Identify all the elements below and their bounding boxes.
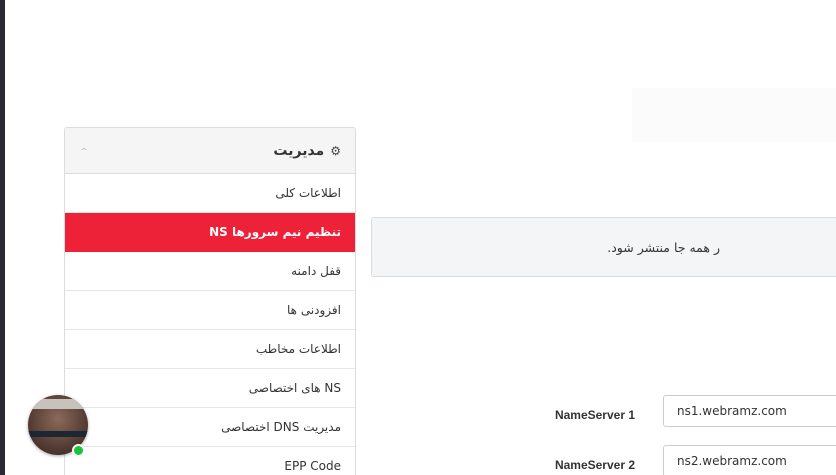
background-panel: [632, 88, 836, 142]
sidebar-header[interactable]: ⚙ مدیریت ⌃: [65, 128, 355, 174]
window-edge: [0, 0, 5, 475]
chevron-up-icon[interactable]: ⌃: [79, 146, 89, 156]
sidebar-item-private-ns[interactable]: NS های اختصاصی: [65, 369, 355, 408]
gear-icon: ⚙: [330, 143, 341, 158]
nameserver-2-label: NameServer 2: [554, 458, 635, 472]
sidebar-item-addons[interactable]: افزودنی ها: [65, 291, 355, 330]
sidebar-item-dns-management[interactable]: مدیریت DNS اختصاصی: [65, 408, 355, 447]
sidebar-title: مدیریت: [273, 142, 325, 159]
nameserver-1-input[interactable]: [663, 395, 836, 427]
management-sidebar: ⚙ مدیریت ⌃ اطلاعات کلی تنظیم نیم سرورها …: [64, 127, 356, 475]
nameserver-1-label: NameServer 1: [554, 408, 635, 422]
sidebar-item-contact-info[interactable]: اطلاعات مخاطب: [65, 330, 355, 369]
sidebar-item-domain-lock[interactable]: قفل دامنه: [65, 252, 355, 291]
online-status-badge: [72, 444, 85, 457]
alert-text: ر همه جا منتشر شود.: [607, 239, 720, 255]
sidebar-item-nameservers[interactable]: تنظیم نیم سرورها NS: [65, 213, 355, 252]
sidebar-item-epp-code[interactable]: EPP Code: [65, 447, 355, 475]
nameserver-2-input[interactable]: [663, 445, 836, 475]
sidebar-title-wrap: ⚙ مدیریت: [273, 143, 341, 159]
avatar-stripe: [28, 431, 88, 437]
sidebar-item-overview[interactable]: اطلاعات کلی: [65, 174, 355, 213]
info-alert: ر همه جا منتشر شود.: [371, 217, 836, 277]
avatar-banner: [28, 399, 88, 409]
